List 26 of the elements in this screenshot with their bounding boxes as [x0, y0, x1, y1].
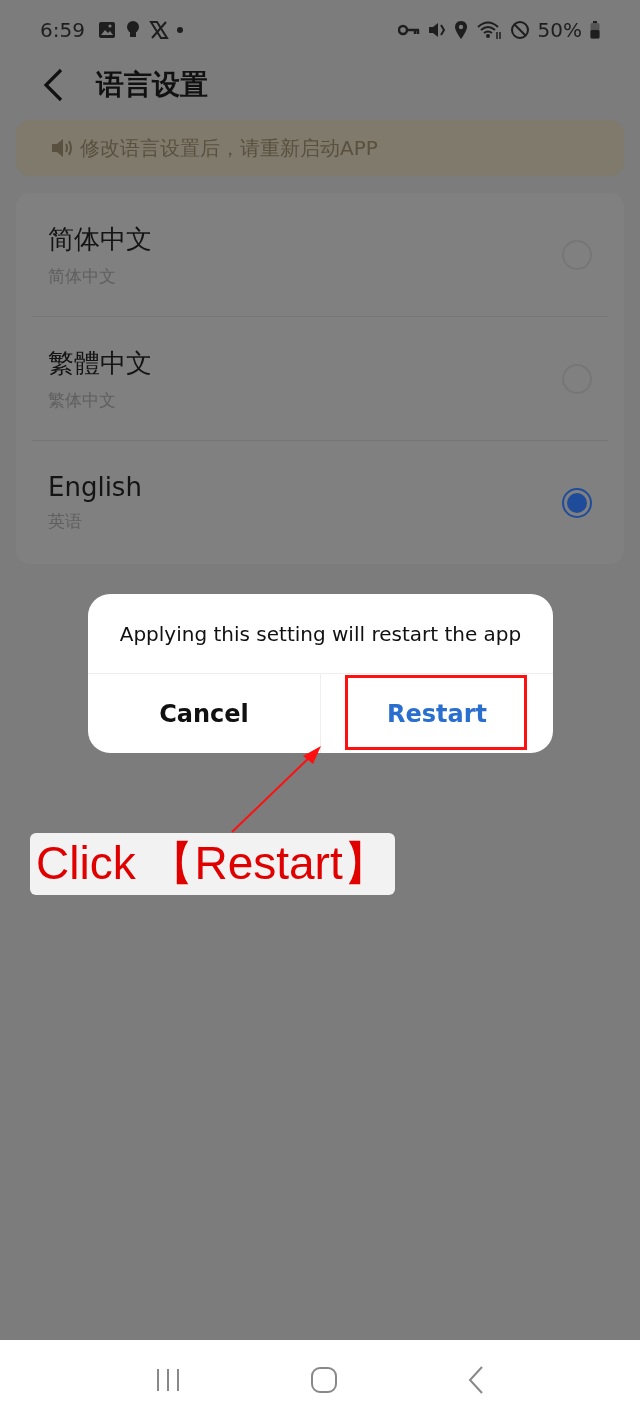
dot-icon [176, 27, 183, 33]
language-name: English [48, 472, 143, 502]
key-icon [397, 23, 420, 37]
language-name: 简体中文 [48, 222, 153, 256]
x-logo-icon [148, 20, 169, 40]
status-time: 6:59 [40, 18, 85, 42]
battery-icon [590, 21, 600, 39]
location-icon [453, 20, 468, 40]
annotation-text: Click 【Restart】 [30, 833, 395, 895]
back-icon[interactable] [466, 1364, 486, 1395]
dialog-message: Applying this setting will restart the app [88, 594, 553, 674]
image-icon [96, 20, 117, 40]
restart-button[interactable]: Restart [321, 674, 553, 753]
arrow-icon [231, 744, 323, 834]
page-title: 语言设置 [96, 67, 208, 103]
radio-button[interactable] [562, 487, 592, 518]
back-icon[interactable] [42, 68, 64, 102]
bulb-icon [124, 20, 141, 40]
mute-icon [427, 20, 446, 40]
speaker-icon [50, 137, 74, 159]
wifi-icon [475, 20, 502, 40]
home-icon[interactable] [310, 1365, 338, 1394]
recents-icon[interactable] [154, 1366, 182, 1393]
battery-percent: 50% [537, 18, 582, 42]
blocked-icon [509, 20, 530, 40]
language-name: 繁體中文 [48, 346, 153, 380]
